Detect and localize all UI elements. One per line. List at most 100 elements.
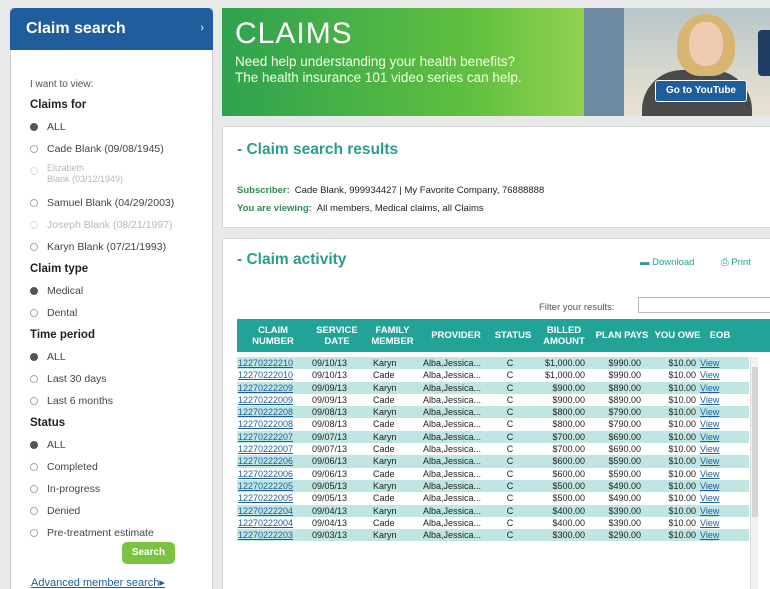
table-row: 12270222204 09/04/13 Karyn Alba,Jessica... C… [237,504,749,517]
view-eob-link[interactable]: View [699,529,729,541]
print-link[interactable]: ⎙ Print [721,257,751,268]
status: C [506,468,514,479]
download-icon: ▬ [640,257,653,268]
col-provider[interactable]: PROVIDER [420,319,492,352]
col-you-owe[interactable]: YOU OWE [650,319,705,352]
claims-for-samuel[interactable]: Samuel Blank (04/29/2003) [30,192,212,214]
time-period-all[interactable]: ALL [30,346,212,368]
table-scrollbar[interactable] [750,357,758,589]
activity-title[interactable]: - Claim activity [237,251,346,269]
claim-number-link[interactable]: 12270222007 [237,443,309,455]
view-eob-link[interactable]: View [699,492,729,504]
claims-for-all[interactable]: ALL [30,116,212,138]
claim-number-link[interactable]: 12270222004 [237,517,309,529]
view-eob-link[interactable]: View [699,505,729,517]
status-all[interactable]: ALL [30,434,212,456]
results-title: - Claim search results [237,141,399,158]
claims-table-header: CLAIM NUMBER SERVICE DATE FAMILY MEMBER … [237,319,770,352]
claim-search-header[interactable]: Claim search › [10,8,213,50]
radio-icon[interactable] [30,375,38,383]
claims-for-karyn[interactable]: Karyn Blank (07/21/1993) [30,236,212,258]
col-billed-amount[interactable]: BILLED AMOUNT [534,319,594,352]
view-eob-link[interactable]: View [699,455,729,467]
claim-number-link[interactable]: 12270222209 [237,382,309,394]
claim-number-link[interactable]: 12270222008 [237,418,309,430]
view-eob-link[interactable]: View [699,443,729,455]
claim-number-link[interactable]: 12270222010 [237,369,309,381]
service-date: 09/08/13 [312,407,348,418]
view-eob-link[interactable]: View [699,382,729,394]
radio-icon[interactable] [30,145,38,153]
view-eob-link[interactable]: View [699,357,729,369]
service-date: 09/06/13 [312,456,348,467]
col-plan-pays[interactable]: PLAN PAYS [594,319,650,352]
you-owe: $10.00 [668,480,696,491]
claim-type-dental[interactable]: Dental [30,302,212,324]
claim-number-link[interactable]: 12270222205 [237,480,309,492]
col-family-member[interactable]: FAMILY MEMBER [365,319,420,352]
claim-type-medical[interactable]: Medical [30,280,212,302]
radio-icon[interactable] [30,309,38,317]
advanced-member-search-link[interactable]: Advanced member search▸ [31,576,165,589]
status-completed[interactable]: Completed [30,456,212,478]
chevron-right-icon[interactable]: › [200,22,204,34]
radio-icon[interactable] [30,463,38,471]
view-eob-link[interactable]: View [699,406,729,418]
view-eob-link[interactable]: View [699,418,729,430]
radio-icon[interactable] [30,529,38,537]
radio-icon[interactable] [30,507,38,515]
status-in-progress[interactable]: In-progress [30,478,212,500]
claim-number-link[interactable]: 12270222207 [237,431,309,443]
view-eob-link[interactable]: View [699,468,729,480]
radio-selected-icon[interactable] [30,353,38,361]
search-button[interactable]: Search [122,542,175,564]
radio-icon[interactable] [30,243,38,251]
status: C [506,382,514,393]
scrollbar-thumb[interactable] [752,367,758,517]
status: C [506,456,514,467]
view-eob-link[interactable]: View [699,480,729,492]
radio-selected-icon[interactable] [30,441,38,449]
radio-icon[interactable] [30,485,38,493]
provider: Alba,Jessica... [423,419,482,430]
col-claim-number[interactable]: CLAIM NUMBER [237,319,309,352]
claim-number-link[interactable]: 12270222009 [237,394,309,406]
view-eob-link[interactable]: View [699,394,729,406]
filter-input[interactable] [638,297,770,313]
you-owe: $10.00 [668,370,696,381]
col-eob[interactable]: EOB [705,319,735,352]
time-period-6-months[interactable]: Last 6 months [30,390,212,412]
billed-amount: $300.00 [552,530,585,541]
radio-icon[interactable] [30,397,38,405]
download-link[interactable]: ▬ Download [640,257,694,268]
time-period-30-days[interactable]: Last 30 days [30,368,212,390]
radio-selected-icon[interactable] [30,123,38,131]
claims-banner: CLAIMS Need help understanding your heal… [222,8,770,116]
claim-number-link[interactable]: 12270222210 [237,357,309,369]
claim-number-link[interactable]: 12270222005 [237,492,309,504]
claim-number-link[interactable]: 12270222203 [237,529,309,541]
radio-selected-icon[interactable] [30,287,38,295]
family-member: Cade [373,493,395,504]
view-eob-link[interactable]: View [699,517,729,529]
claim-number-link[interactable]: 12270222208 [237,406,309,418]
radio-icon[interactable] [30,199,38,207]
col-service-date[interactable]: SERVICE DATE [309,319,365,352]
provider: Alba,Jessica... [423,468,482,479]
status-denied[interactable]: Denied [30,500,212,522]
view-eob-link[interactable]: View [699,431,729,443]
status-pre-treatment[interactable]: Pre-treatment estimate [30,522,212,544]
col-status[interactable]: STATUS [492,319,534,352]
family-member: Karyn [373,431,397,442]
claim-number-link[interactable]: 12270222206 [237,455,309,467]
claims-for-cade[interactable]: Cade Blank (09/08/1945) [30,138,212,160]
plan-pays: $390.00 [608,517,641,528]
claim-number-link[interactable]: 12270222006 [237,468,309,480]
claim-number-link[interactable]: 12270222204 [237,505,309,517]
view-eob-link[interactable]: View [699,369,729,381]
family-member: Karyn [373,456,397,467]
go-to-youtube-button[interactable]: Go to YouTube [655,80,747,102]
you-owe: $10.00 [668,505,696,516]
table-row: 12270222209 09/09/13 Karyn Alba,Jessica... C… [237,381,749,394]
provider: Alba,Jessica... [423,493,482,504]
